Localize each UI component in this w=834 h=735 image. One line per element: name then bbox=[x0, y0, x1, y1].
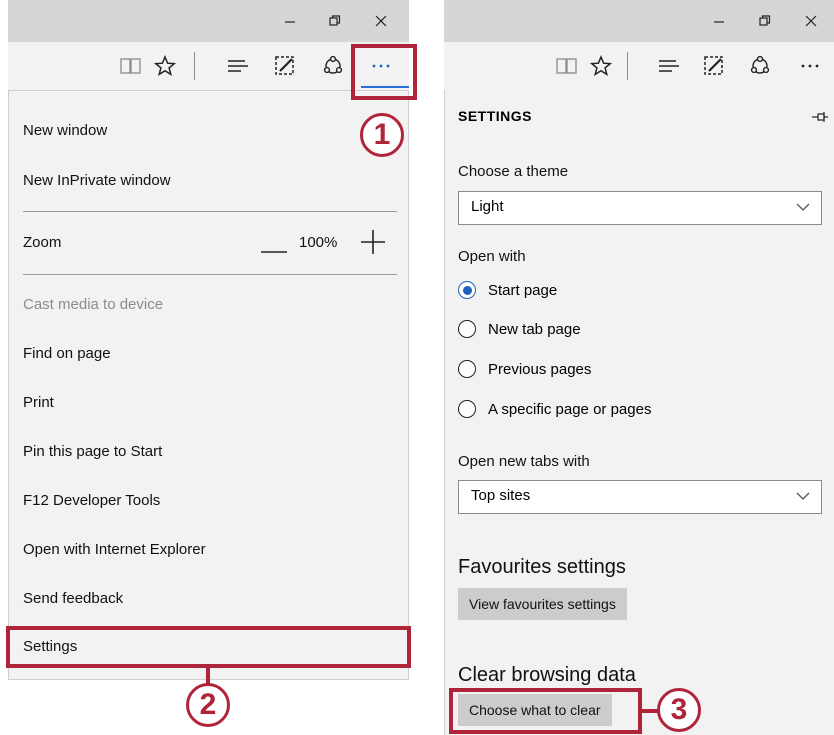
close-button[interactable] bbox=[788, 0, 834, 42]
hub-button[interactable] bbox=[220, 42, 256, 90]
radio-label: New tab page bbox=[488, 320, 581, 338]
close-button[interactable] bbox=[358, 0, 404, 42]
title-bar bbox=[8, 0, 409, 42]
menu-item-new-window[interactable]: New window bbox=[23, 121, 107, 141]
radio-label: Start page bbox=[488, 281, 558, 299]
restore-icon bbox=[759, 15, 771, 26]
view-favourites-settings-button[interactable]: View favourites settings bbox=[458, 588, 627, 620]
hub-icon bbox=[659, 60, 679, 72]
zoom-label: Zoom bbox=[23, 234, 62, 251]
menu-divider bbox=[23, 211, 397, 212]
menu-item-pin-to-start[interactable]: Pin this page to Start bbox=[23, 442, 162, 462]
new-tabs-select[interactable]: Top sites bbox=[458, 480, 822, 514]
highlight-more-actions bbox=[351, 44, 417, 100]
web-note-icon bbox=[275, 56, 294, 75]
right-browser-window: SETTINGS Choose a theme Light Open with … bbox=[444, 0, 834, 735]
menu-item-new-inprivate-window[interactable]: New InPrivate window bbox=[23, 171, 171, 191]
share-button[interactable] bbox=[315, 42, 351, 90]
web-note-button[interactable] bbox=[696, 42, 732, 90]
settings-pane: SETTINGS Choose a theme Light Open with … bbox=[444, 90, 834, 735]
radio-new-tab-page[interactable]: New tab page bbox=[458, 318, 581, 340]
share-icon bbox=[750, 55, 770, 74]
new-tabs-label: Open new tabs with bbox=[458, 453, 590, 470]
favourites-heading: Favourites settings bbox=[458, 556, 626, 578]
radio-start-page[interactable]: Start page bbox=[458, 279, 557, 301]
step-3-connector bbox=[642, 709, 658, 713]
plus-icon bbox=[361, 230, 385, 254]
close-icon bbox=[805, 15, 817, 27]
zoom-out-button[interactable] bbox=[261, 241, 287, 259]
pin-pane-button[interactable] bbox=[812, 110, 828, 128]
menu-item-print[interactable]: Print bbox=[23, 393, 54, 413]
more-icon bbox=[801, 64, 819, 68]
radio-unchecked-icon bbox=[458, 400, 476, 418]
zoom-value: 100% bbox=[299, 234, 338, 251]
settings-title: SETTINGS bbox=[458, 108, 533, 124]
share-button[interactable] bbox=[742, 42, 778, 90]
toolbar-separator bbox=[194, 52, 195, 80]
zoom-in-button[interactable] bbox=[361, 230, 385, 259]
menu-item-open-with-ie[interactable]: Open with Internet Explorer bbox=[23, 540, 206, 560]
more-actions-menu: New window New InPrivate window Zoom 100… bbox=[8, 90, 409, 680]
more-actions-button[interactable] bbox=[792, 42, 828, 90]
menu-item-send-feedback[interactable]: Send feedback bbox=[23, 589, 123, 609]
minimize-icon bbox=[714, 21, 724, 23]
minimize-icon bbox=[285, 21, 295, 23]
left-browser-window: New window New InPrivate window Zoom 100… bbox=[8, 0, 409, 680]
radio-unchecked-icon bbox=[458, 360, 476, 378]
radio-label: Previous pages bbox=[488, 360, 592, 378]
pin-icon bbox=[812, 112, 828, 122]
step-1-badge: 1 bbox=[360, 113, 404, 157]
minus-icon bbox=[261, 251, 287, 253]
radio-unchecked-icon bbox=[458, 320, 476, 338]
clear-browsing-data-heading: Clear browsing data bbox=[458, 664, 636, 686]
step-3-badge: 3 bbox=[657, 688, 701, 732]
new-tabs-select-value: Top sites bbox=[471, 487, 531, 504]
theme-label: Choose a theme bbox=[458, 163, 569, 180]
book-icon bbox=[556, 58, 577, 74]
radio-previous-pages[interactable]: Previous pages bbox=[458, 358, 591, 380]
menu-item-developer-tools[interactable]: F12 Developer Tools bbox=[23, 491, 160, 511]
book-icon bbox=[120, 58, 141, 74]
step-2-connector bbox=[206, 668, 210, 684]
radio-specific-pages[interactable]: A specific page or pages bbox=[458, 398, 651, 420]
star-icon bbox=[154, 55, 176, 77]
chevron-down-icon bbox=[796, 203, 810, 211]
chevron-down-icon bbox=[796, 492, 810, 500]
web-note-icon bbox=[704, 56, 723, 75]
menu-item-cast-media: Cast media to device bbox=[23, 296, 164, 313]
hub-icon bbox=[228, 60, 248, 72]
minimize-button[interactable] bbox=[267, 0, 313, 42]
menu-divider bbox=[23, 274, 397, 275]
favourites-button[interactable] bbox=[147, 42, 183, 90]
web-note-button[interactable] bbox=[267, 42, 303, 90]
restore-button[interactable] bbox=[312, 0, 358, 42]
reading-view-button[interactable] bbox=[549, 42, 585, 90]
open-with-label: Open with bbox=[458, 248, 526, 265]
highlight-choose-what-to-clear bbox=[449, 688, 642, 734]
close-icon bbox=[375, 15, 387, 27]
minimize-button[interactable] bbox=[696, 0, 742, 42]
menu-item-find-on-page[interactable]: Find on page bbox=[23, 344, 111, 364]
theme-select-value: Light bbox=[471, 198, 504, 215]
highlight-settings bbox=[6, 626, 411, 668]
reading-view-button[interactable] bbox=[113, 42, 149, 90]
radio-checked-icon bbox=[458, 281, 476, 299]
step-2-badge: 2 bbox=[186, 683, 230, 727]
toolbar-separator bbox=[627, 52, 628, 80]
restore-icon bbox=[329, 15, 341, 26]
restore-button[interactable] bbox=[742, 0, 788, 42]
hub-button[interactable] bbox=[651, 42, 687, 90]
share-icon bbox=[323, 55, 343, 74]
star-icon bbox=[590, 55, 612, 77]
radio-label: A specific page or pages bbox=[488, 400, 652, 418]
favourites-button[interactable] bbox=[583, 42, 619, 90]
title-bar bbox=[444, 0, 834, 42]
theme-select[interactable]: Light bbox=[458, 191, 822, 225]
